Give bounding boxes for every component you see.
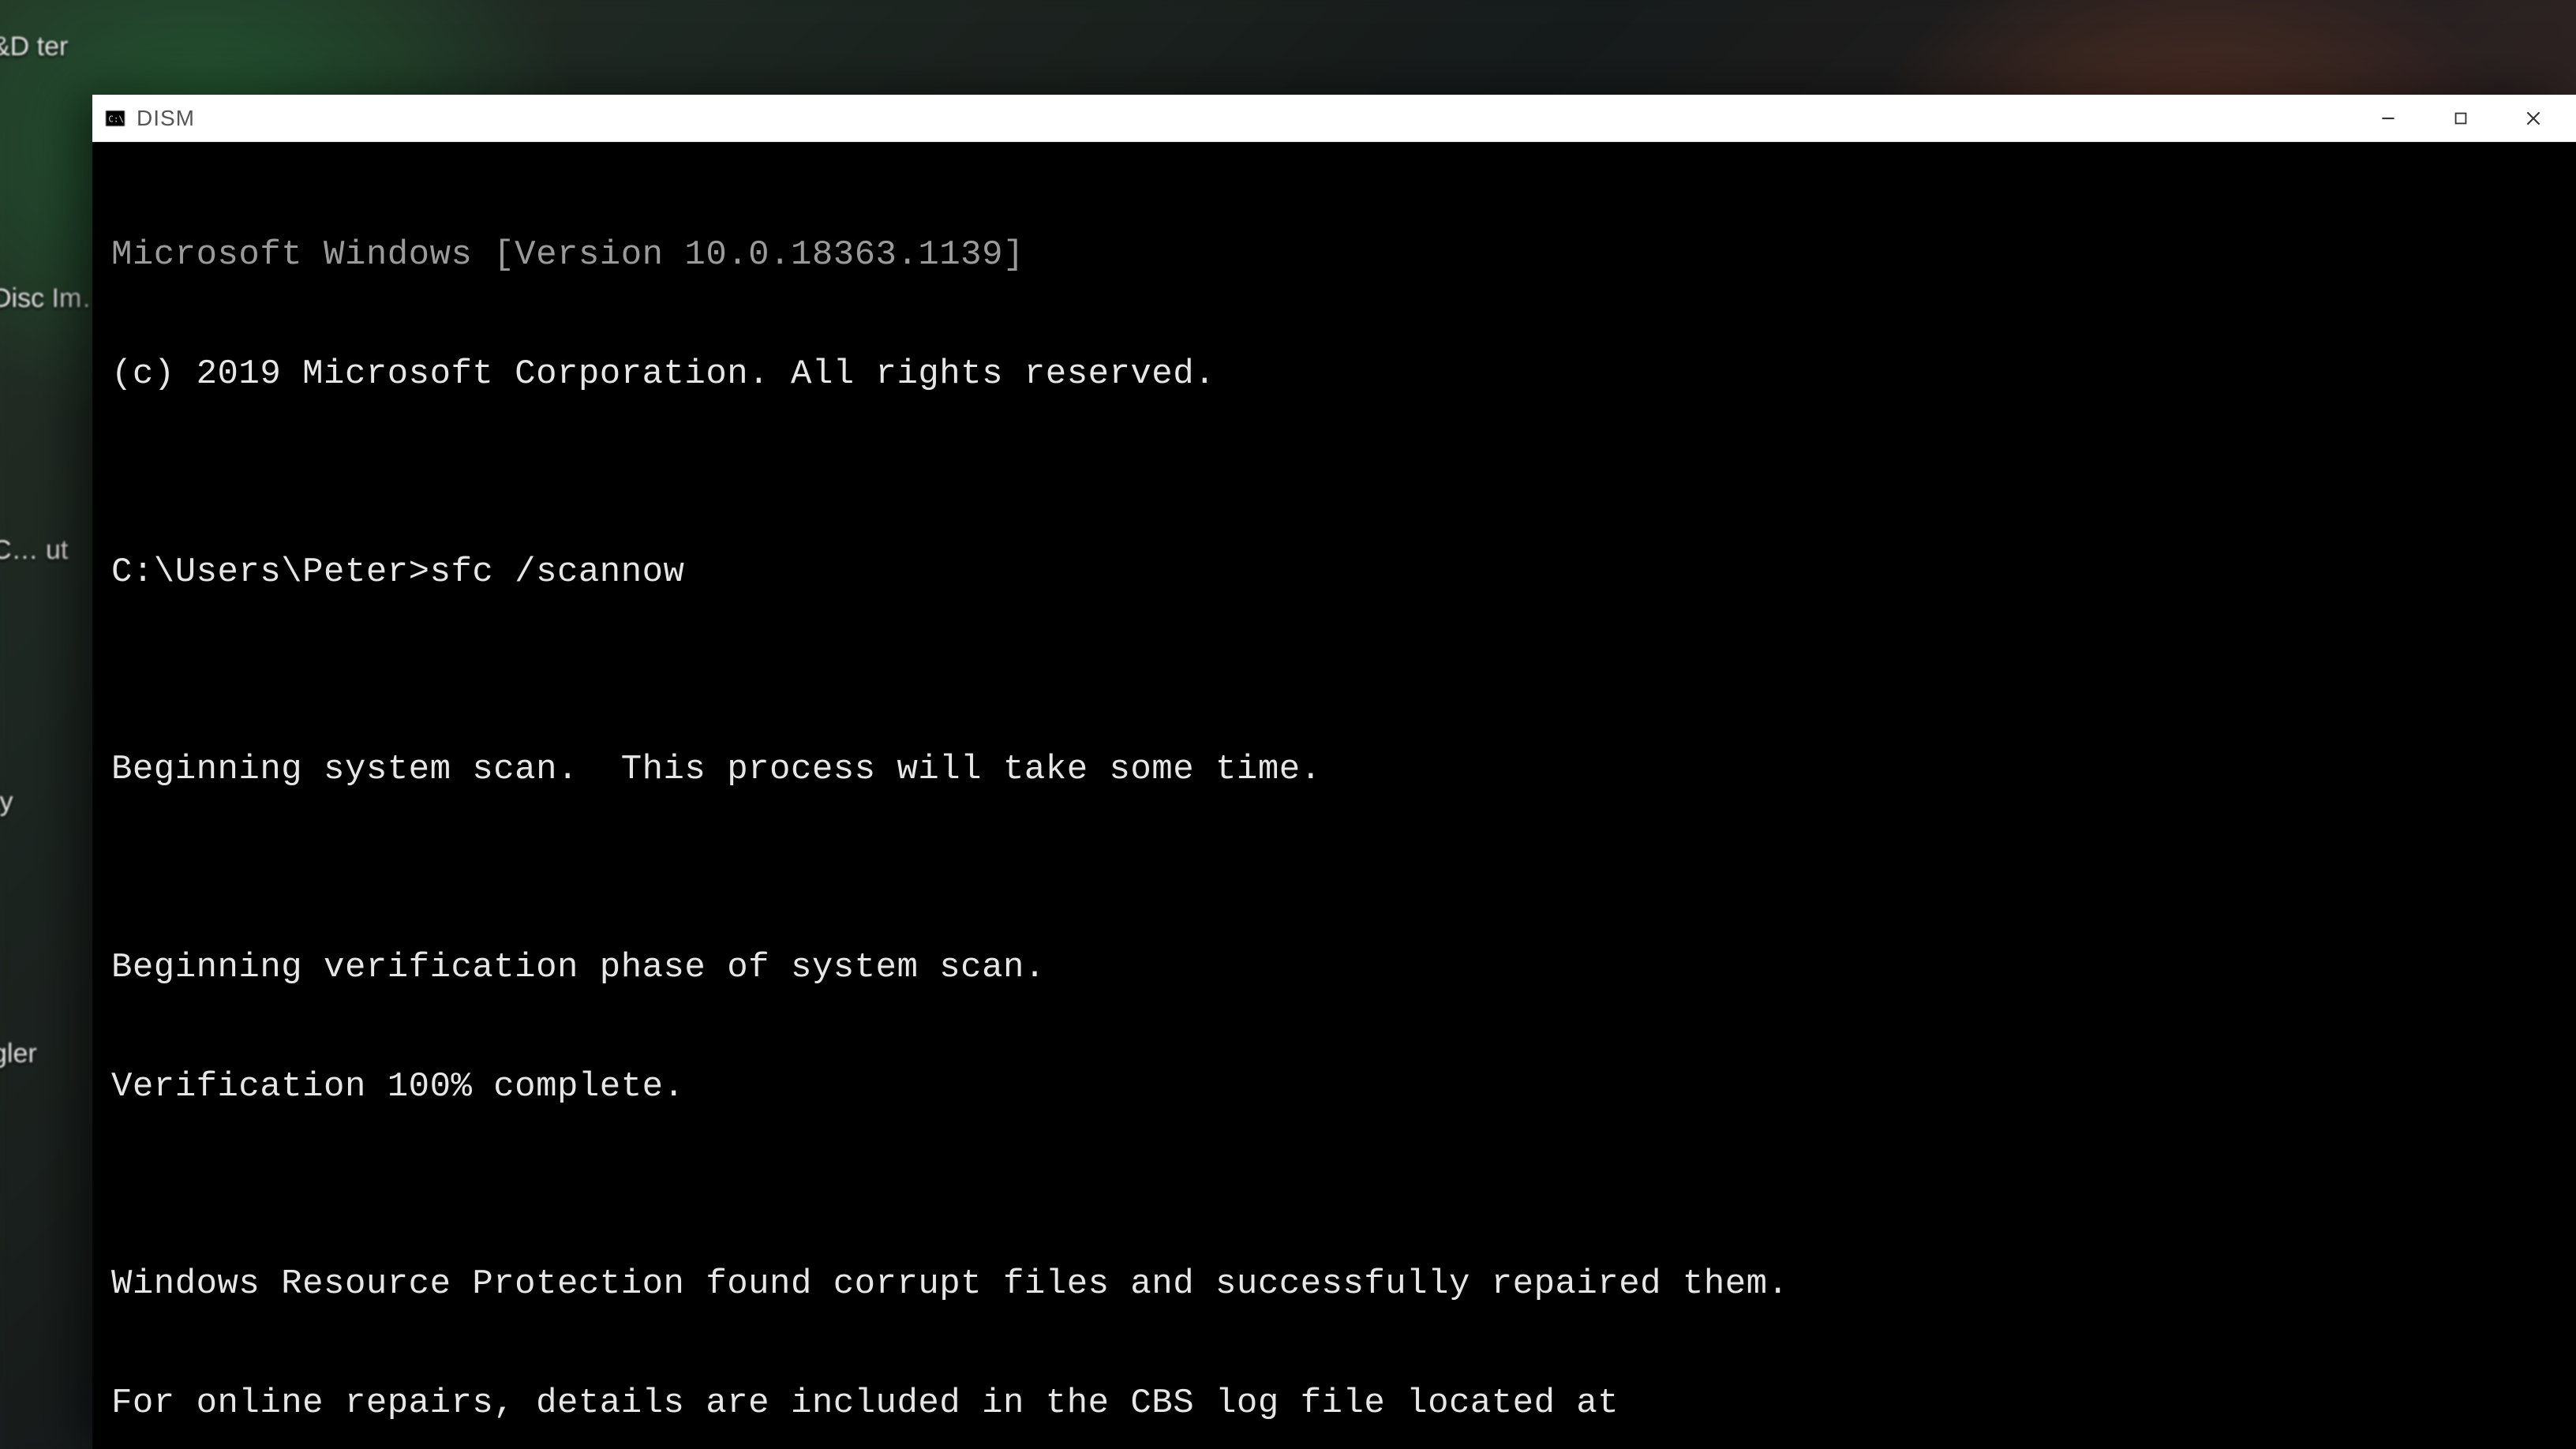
terminal-line: Microsoft Windows [Version 10.0.18363.11… <box>111 235 2557 275</box>
window-title: DISM <box>137 106 195 131</box>
cmd-icon: C:\ <box>103 107 127 130</box>
terminal-line: Beginning system scan. This process will… <box>111 750 2557 789</box>
desktop-icon-label: &D ter <box>0 32 108 62</box>
maximize-button[interactable] <box>2429 95 2492 142</box>
title-bar[interactable]: C:\ DISM <box>92 95 2576 142</box>
svg-text:C:\: C:\ <box>108 114 124 124</box>
command-prompt-window: C:\ DISM Microsoft Windows [Version 10.0… <box>92 95 2576 1449</box>
terminal-line: C:\Users\Peter>sfc /scannow <box>111 552 2557 592</box>
desktop-background: &D ter Disc Im… C… ut ty gler C:\ DISM <box>0 0 2576 1449</box>
terminal-output[interactable]: Microsoft Windows [Version 10.0.18363.11… <box>92 142 2576 1449</box>
terminal-line: Verification 100% complete. <box>111 1067 2557 1106</box>
close-button[interactable] <box>2502 95 2565 142</box>
terminal-line: Windows Resource Protection found corrup… <box>111 1264 2557 1304</box>
minimize-button[interactable] <box>2357 95 2420 142</box>
terminal-line: For online repairs, details are included… <box>111 1383 2557 1423</box>
terminal-line: Beginning verification phase of system s… <box>111 948 2557 987</box>
terminal-line: (c) 2019 Microsoft Corporation. All righ… <box>111 354 2557 394</box>
